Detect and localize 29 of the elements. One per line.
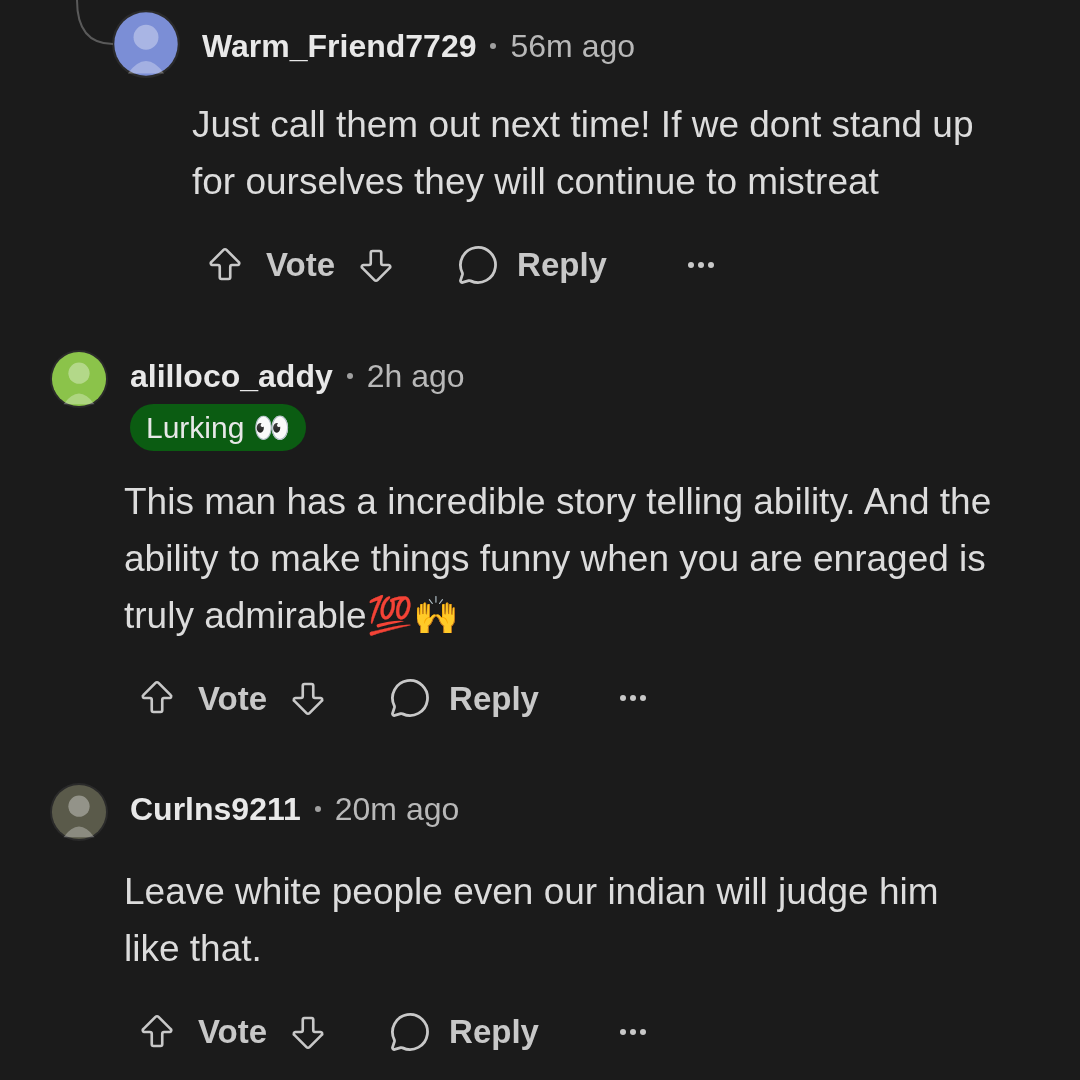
vote-label: Vote	[198, 1012, 268, 1052]
dot-separator-icon	[490, 43, 497, 49]
dot-separator-icon	[346, 372, 353, 379]
avatar-icon	[50, 783, 108, 841]
timestamp: 2h ago	[366, 356, 465, 396]
vote-label: Vote	[266, 245, 336, 285]
username[interactable]: Curlns9211	[130, 785, 301, 833]
more-options-icon[interactable]	[686, 260, 715, 269]
chat-bubble-icon	[389, 677, 432, 720]
vote-label: Vote	[198, 678, 268, 719]
reply-button[interactable]: Reply	[389, 1007, 539, 1057]
username[interactable]: alilloco_addy	[130, 351, 333, 400]
comment-text: This man has a incredible story telling ability. And the ability to make things funny when you are enraged is truly admirable💯🙌	[124, 479, 993, 638]
more-options-icon[interactable]	[618, 694, 647, 703]
comment-text: Leave white people even our indian will judge him like that.	[124, 870, 940, 971]
user-flair: Lurking 👀	[130, 403, 306, 451]
chat-bubble-icon	[389, 1010, 432, 1053]
chat-bubble-icon	[457, 243, 500, 286]
timestamp: 20m ago	[334, 790, 460, 829]
thread-connector-line	[76, 0, 114, 48]
timestamp: 56m ago	[510, 27, 635, 66]
avatar-icon	[112, 10, 180, 78]
dot-separator-icon	[314, 806, 321, 812]
username[interactable]: Warm_Friend7729	[202, 22, 477, 70]
comment-text: Just call them out next time! If we dont stand up for ourselves they will continue to mistreat	[192, 103, 975, 204]
more-options-icon[interactable]	[618, 1027, 647, 1036]
avatar-icon	[50, 349, 108, 408]
reply-button[interactable]: Reply	[389, 673, 539, 723]
reply-button[interactable]: Reply	[457, 240, 607, 290]
